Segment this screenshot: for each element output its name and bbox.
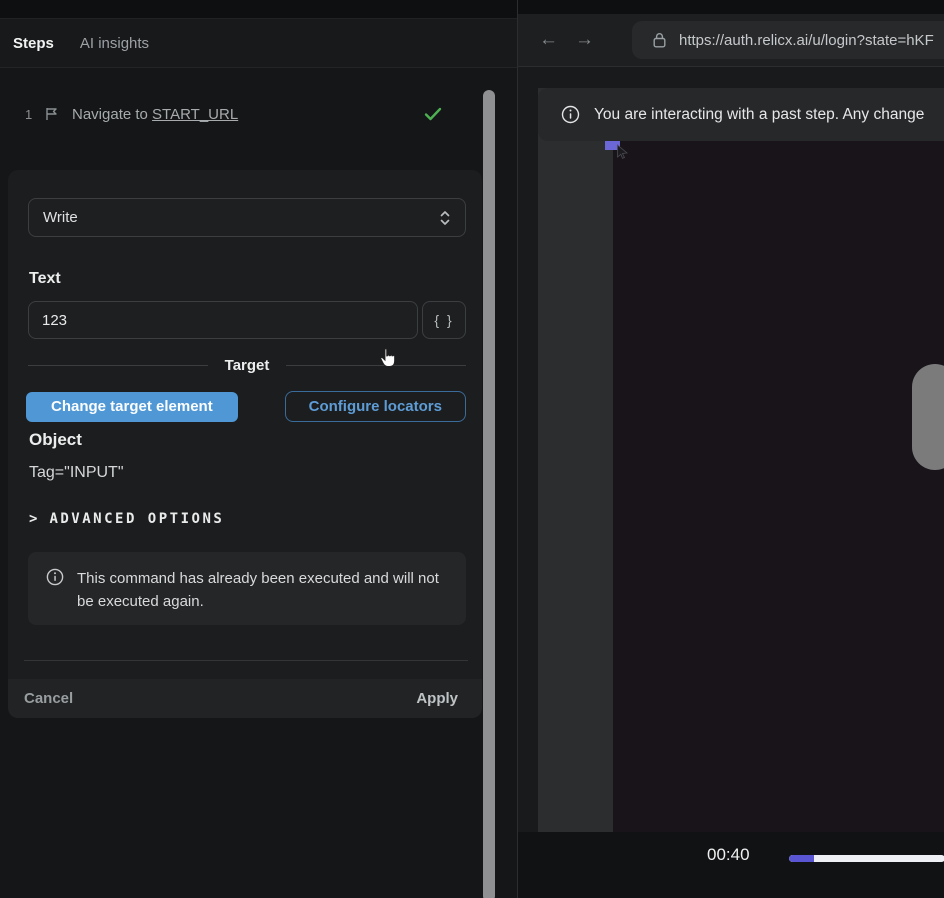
recorded-page-viewport xyxy=(538,88,944,832)
command-select[interactable]: Write xyxy=(28,198,466,237)
success-check-icon xyxy=(424,107,442,121)
steps-scrollbar[interactable] xyxy=(483,90,495,898)
past-step-banner-text: You are interacting with a past step. An… xyxy=(594,106,924,124)
step-label: Navigate to START_URL xyxy=(72,106,238,123)
past-step-banner: You are interacting with a past step. An… xyxy=(538,88,944,141)
advanced-options-toggle[interactable]: > ADVANCED OPTIONS xyxy=(29,511,224,527)
target-buttons-row: Change target element Configure locators xyxy=(26,391,476,422)
advanced-options-label: ADVANCED OPTIONS xyxy=(49,511,224,527)
pointer-cursor-icon xyxy=(616,144,629,159)
browser-chrome-bar: ← → https://auth.relicx.ai/u/login?state… xyxy=(518,14,944,67)
editor-footer: Cancel Apply xyxy=(8,679,482,718)
lock-icon xyxy=(653,32,666,48)
playback-timestamp: 00:40 xyxy=(707,845,750,865)
player-bar: 00:40 xyxy=(518,832,944,898)
step-row[interactable]: 1 Navigate to START_URL xyxy=(0,96,480,132)
tab-steps[interactable]: Steps xyxy=(13,35,54,52)
divider-line xyxy=(286,365,466,366)
browser-preview-panel: ← → https://auth.relicx.ai/u/login?state… xyxy=(517,0,944,898)
target-divider: Target xyxy=(28,355,466,375)
steps-panel: Steps AI insights 1 Navigate to START_UR… xyxy=(0,0,517,898)
start-url-link[interactable]: START_URL xyxy=(152,106,238,123)
cancel-button[interactable]: Cancel xyxy=(24,690,73,707)
hand-cursor-icon xyxy=(378,347,398,369)
url-text: https://auth.relicx.ai/u/login?state=hKF xyxy=(679,32,934,49)
executed-info-text: This command has already been executed a… xyxy=(77,567,442,625)
side-handle[interactable] xyxy=(912,364,944,470)
playback-progress-bar[interactable] xyxy=(789,855,944,862)
page-left-gutter xyxy=(538,88,613,832)
left-tabbar: Steps AI insights xyxy=(0,18,517,68)
flag-icon xyxy=(45,107,59,121)
target-divider-label: Target xyxy=(225,357,270,374)
step-editor-card: Write Text { } Target Change target elem… xyxy=(8,170,482,718)
text-input-row: { } xyxy=(28,301,466,339)
tab-ai-insights[interactable]: AI insights xyxy=(80,35,149,52)
text-field-label: Text xyxy=(29,270,61,288)
executed-info-box: This command has already been executed a… xyxy=(28,552,466,625)
divider-line xyxy=(28,365,208,366)
object-value: Tag="INPUT" xyxy=(29,464,124,482)
select-updown-icon xyxy=(439,209,451,227)
object-label: Object xyxy=(29,430,82,450)
forward-arrow-icon[interactable]: → xyxy=(575,29,611,51)
configure-locators-button[interactable]: Configure locators xyxy=(285,391,466,422)
footer-divider xyxy=(24,660,468,661)
command-select-value: Write xyxy=(43,209,78,226)
url-bar[interactable]: https://auth.relicx.ai/u/login?state=hKF xyxy=(632,21,944,59)
info-icon xyxy=(46,568,64,586)
insert-variable-button[interactable]: { } xyxy=(422,301,466,339)
text-input[interactable] xyxy=(28,301,418,339)
right-top-strip xyxy=(518,0,944,14)
apply-button[interactable]: Apply xyxy=(416,690,458,707)
step-number: 1 xyxy=(25,107,45,122)
playback-progress-fill xyxy=(789,855,814,862)
left-top-strip xyxy=(0,0,517,18)
back-arrow-icon[interactable]: ← xyxy=(539,29,575,51)
info-icon xyxy=(561,105,580,124)
chevron-right-icon: > xyxy=(29,511,37,527)
change-target-element-button[interactable]: Change target element xyxy=(26,392,238,422)
